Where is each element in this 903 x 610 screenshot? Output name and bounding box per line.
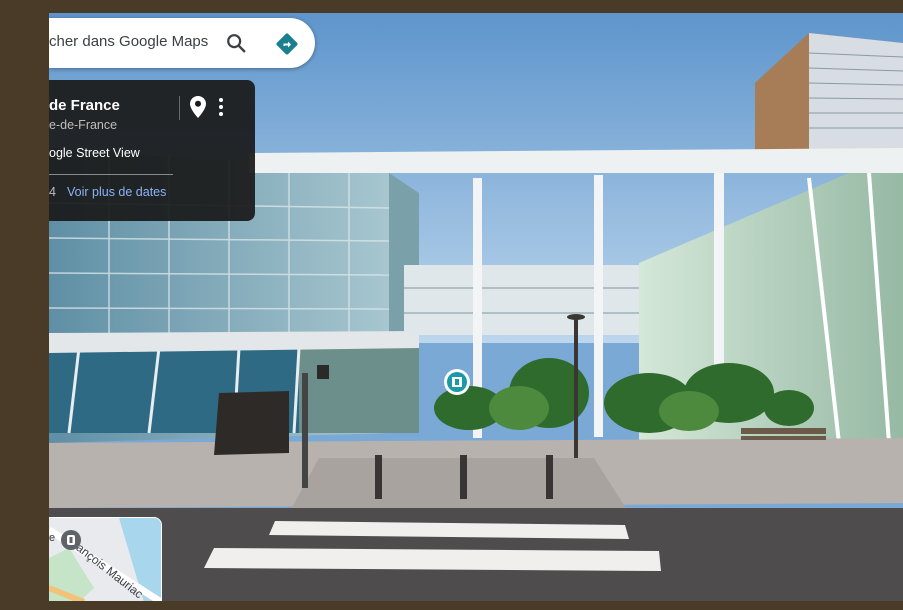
more-dates-link[interactable]: Voir plus de dates [67,185,166,199]
card-divider-horizontal [49,174,173,175]
directions-icon[interactable] [275,32,299,56]
capture-date: 4 [49,185,56,199]
search-input[interactable]: cher dans Google Maps [49,33,208,50]
place-title: de France [49,97,120,114]
window-frame: cher dans Google Maps de France e-de-Fra… [0,0,903,610]
imagery-source: ogle Street View [49,146,140,160]
map-pin-icon[interactable] [190,96,206,118]
minimap[interactable]: e rançois Mauriac [49,517,162,601]
search-icon[interactable] [225,32,247,54]
card-divider [179,96,180,120]
place-subtitle: e-de-France [49,118,118,132]
minimap-label-left: e [49,532,56,544]
search-bar[interactable]: cher dans Google Maps [49,18,315,68]
place-info-card: de France e-de-France ogle Street View 4… [49,80,255,221]
street-view-viewport[interactable]: cher dans Google Maps de France e-de-Fra… [49,13,903,601]
map-marker-icon [61,530,81,550]
more-vertical-icon[interactable] [217,97,225,117]
